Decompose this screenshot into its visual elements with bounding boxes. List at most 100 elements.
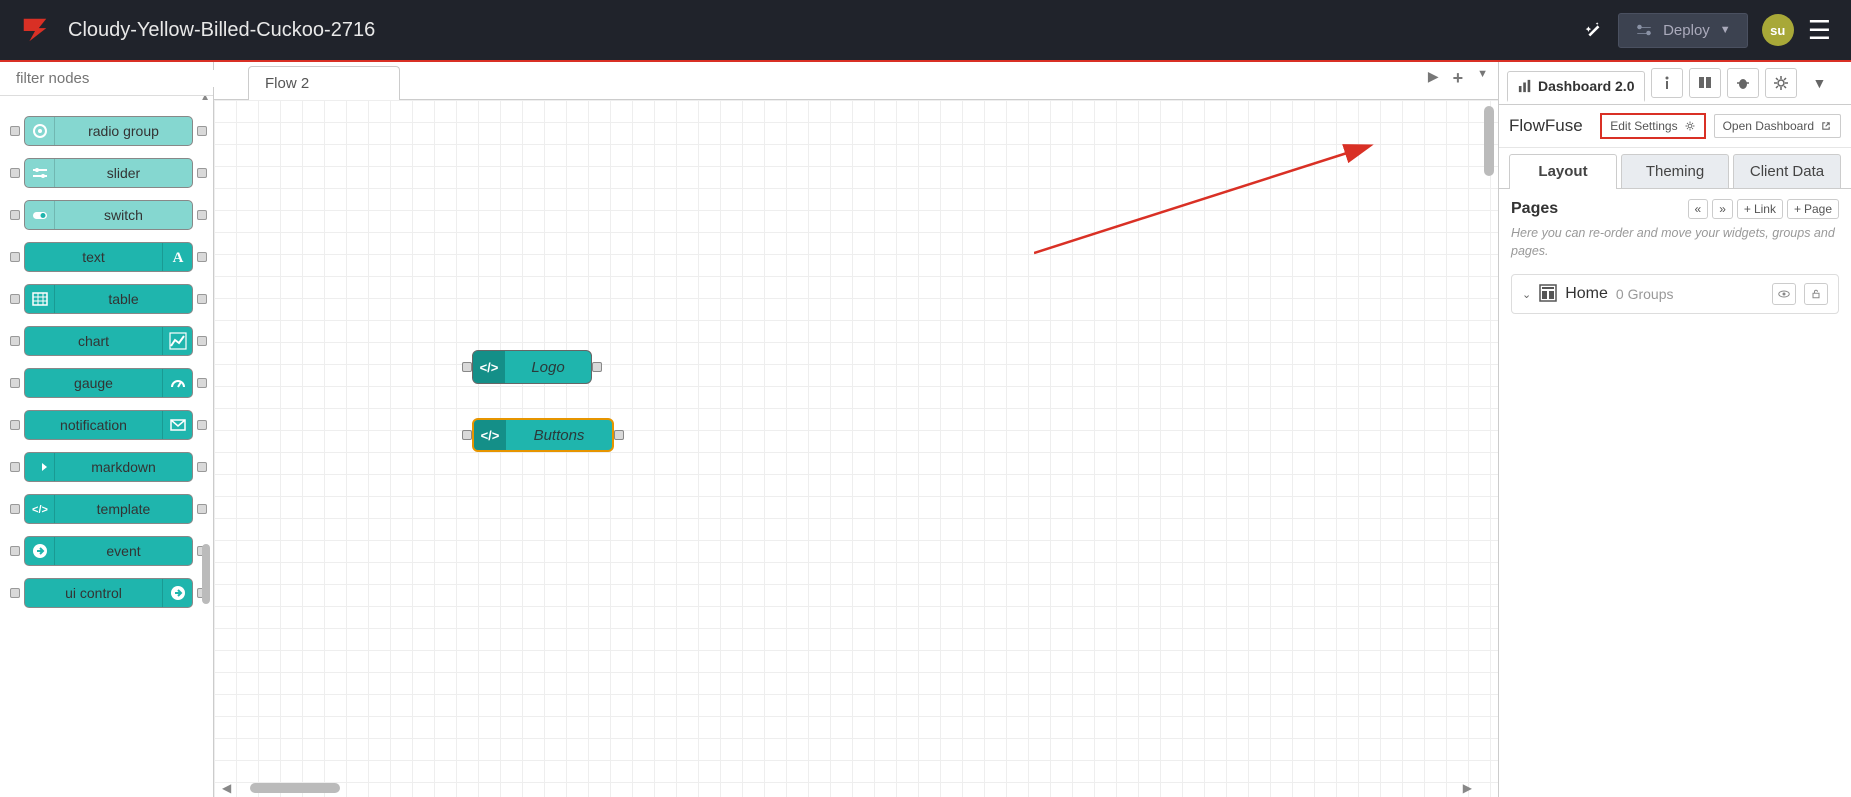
node-port[interactable] — [10, 210, 20, 220]
palette-node-switch[interactable]: switch — [10, 200, 207, 230]
palette-node-label: text — [25, 249, 162, 265]
palette-node-gauge[interactable]: gauge — [10, 368, 207, 398]
node-port[interactable] — [10, 546, 20, 556]
palette-node-label: ui control — [25, 585, 162, 601]
node-port-in[interactable] — [462, 430, 472, 440]
flow-node-logo[interactable]: </> Logo — [462, 350, 602, 384]
page-groups-count: 0 Groups — [1616, 286, 1764, 302]
node-palette: ▲ radio group slider switch textA table … — [0, 62, 214, 797]
sidebar-tab-dashboard[interactable]: Dashboard 2.0 — [1507, 71, 1645, 102]
sidebar-menu-chevron-icon[interactable]: ▼ — [1803, 68, 1835, 98]
flow-tab[interactable]: Flow 2 — [248, 66, 400, 100]
scroll-up-icon[interactable]: ▲ — [200, 96, 210, 103]
node-port[interactable] — [10, 168, 20, 178]
node-port[interactable] — [10, 294, 20, 304]
code-icon: </> — [473, 351, 505, 383]
canvas-scrollbar-vertical[interactable] — [1484, 106, 1496, 773]
page-entry[interactable]: ⌄ Home 0 Groups — [1511, 274, 1839, 314]
palette-node-event[interactable]: event — [10, 536, 207, 566]
radio-icon — [25, 117, 55, 145]
palette-node-ui-control[interactable]: ui control — [10, 578, 207, 608]
edit-settings-button[interactable]: Edit Settings — [1600, 113, 1705, 139]
sidebar-subtabs: Layout Theming Client Data — [1499, 148, 1851, 189]
node-port[interactable] — [10, 504, 20, 514]
flow-tabbar: Flow 2 ▶ + ▼ — [214, 62, 1498, 100]
flow-menu-chevron-icon[interactable]: ▼ — [1477, 68, 1488, 89]
pages-header: Pages « » + Link + Page — [1511, 199, 1839, 219]
run-icon[interactable]: ▶ — [1428, 68, 1439, 89]
subtab-client-data[interactable]: Client Data — [1733, 154, 1841, 188]
flow-node-buttons[interactable]: </> Buttons — [462, 418, 624, 452]
palette-scrollbar[interactable] — [201, 104, 211, 789]
tabbar-actions: ▶ + ▼ — [1428, 68, 1488, 89]
palette-node-chart[interactable]: chart — [10, 326, 207, 356]
chevron-down-icon[interactable]: ⌄ — [1522, 288, 1531, 301]
lock-icon[interactable] — [1804, 283, 1828, 305]
node-port[interactable] — [10, 252, 20, 262]
sidebar: Dashboard 2.0 ▼ FlowFuse Edit Settings O… — [1499, 62, 1851, 797]
palette-node-label: event — [55, 543, 192, 559]
flowfuse-logo-icon — [20, 15, 50, 45]
palette-node-label: template — [55, 501, 192, 517]
canvas-scrollbar-horizontal[interactable]: ◀ ▶ — [220, 783, 1474, 795]
add-page-button[interactable]: + Page — [1787, 199, 1839, 219]
hamburger-menu-icon[interactable]: ☰ — [1808, 15, 1831, 46]
user-avatar[interactable]: su — [1762, 14, 1794, 46]
node-label: Buttons — [506, 427, 612, 444]
arrow-icon — [25, 453, 55, 481]
node-port-out[interactable] — [614, 430, 624, 440]
filter-nodes-input[interactable] — [16, 70, 215, 87]
node-port-out[interactable] — [592, 362, 602, 372]
add-link-button[interactable]: + Link — [1737, 199, 1783, 219]
palette-node-text[interactable]: textA — [10, 242, 207, 272]
code-icon: </> — [25, 495, 55, 523]
palette-node-label: chart — [25, 333, 162, 349]
node-port[interactable] — [10, 420, 20, 430]
canvas-scroll-thumb-h[interactable] — [250, 783, 340, 793]
flowfuse-label: FlowFuse — [1509, 116, 1592, 136]
scroll-right-icon[interactable]: ▶ — [1463, 781, 1472, 795]
palette-node-radio-group[interactable]: radio group — [10, 116, 207, 146]
bug-icon[interactable] — [1727, 68, 1759, 98]
node-label: Logo — [505, 359, 591, 376]
slider-icon — [25, 159, 55, 187]
main-area: ▲ radio group slider switch textA table … — [0, 62, 1851, 797]
node-port[interactable] — [10, 336, 20, 346]
circle-arrow-icon — [25, 537, 55, 565]
flow-canvas[interactable]: ◀ ▶ </> Logo </> Buttons — [214, 100, 1498, 797]
add-flow-icon[interactable]: + — [1453, 68, 1464, 89]
node-port[interactable] — [10, 462, 20, 472]
palette-node-template[interactable]: </>template — [10, 494, 207, 524]
eye-icon[interactable] — [1772, 283, 1796, 305]
palette-node-label: radio group — [55, 123, 192, 139]
open-dashboard-button[interactable]: Open Dashboard — [1714, 114, 1841, 138]
deploy-button[interactable]: Deploy ▼ — [1618, 13, 1748, 48]
node-port-in[interactable] — [462, 362, 472, 372]
palette-body: ▲ radio group slider switch textA table … — [0, 96, 213, 797]
book-icon[interactable] — [1689, 68, 1721, 98]
subtab-layout[interactable]: Layout — [1509, 154, 1617, 189]
palette-node-label: table — [55, 291, 192, 307]
deploy-label: Deploy — [1663, 22, 1710, 39]
palette-node-notification[interactable]: notification — [10, 410, 207, 440]
expand-all-button[interactable]: » — [1712, 199, 1733, 219]
magic-wand-icon[interactable] — [1582, 19, 1604, 41]
node-port[interactable] — [10, 378, 20, 388]
palette-node-label: gauge — [25, 375, 162, 391]
palette-node-table[interactable]: table — [10, 284, 207, 314]
palette-node-markdown[interactable]: markdown — [10, 452, 207, 482]
info-icon[interactable] — [1651, 68, 1683, 98]
collapse-all-button[interactable]: « — [1688, 199, 1709, 219]
pages-help-text: Here you can re-order and move your widg… — [1511, 225, 1839, 260]
node-port[interactable] — [10, 588, 20, 598]
node-port[interactable] — [10, 126, 20, 136]
gear-icon[interactable] — [1765, 68, 1797, 98]
palette-node-slider[interactable]: slider — [10, 158, 207, 188]
subtab-theming[interactable]: Theming — [1621, 154, 1729, 188]
switch-icon — [25, 201, 55, 229]
pages-section: Pages « » + Link + Page Here you can re-… — [1499, 189, 1851, 797]
scroll-left-icon[interactable]: ◀ — [222, 781, 231, 795]
palette-scroll-thumb[interactable] — [202, 544, 210, 604]
external-link-icon — [1820, 120, 1832, 132]
canvas-scroll-thumb-v[interactable] — [1484, 106, 1494, 176]
